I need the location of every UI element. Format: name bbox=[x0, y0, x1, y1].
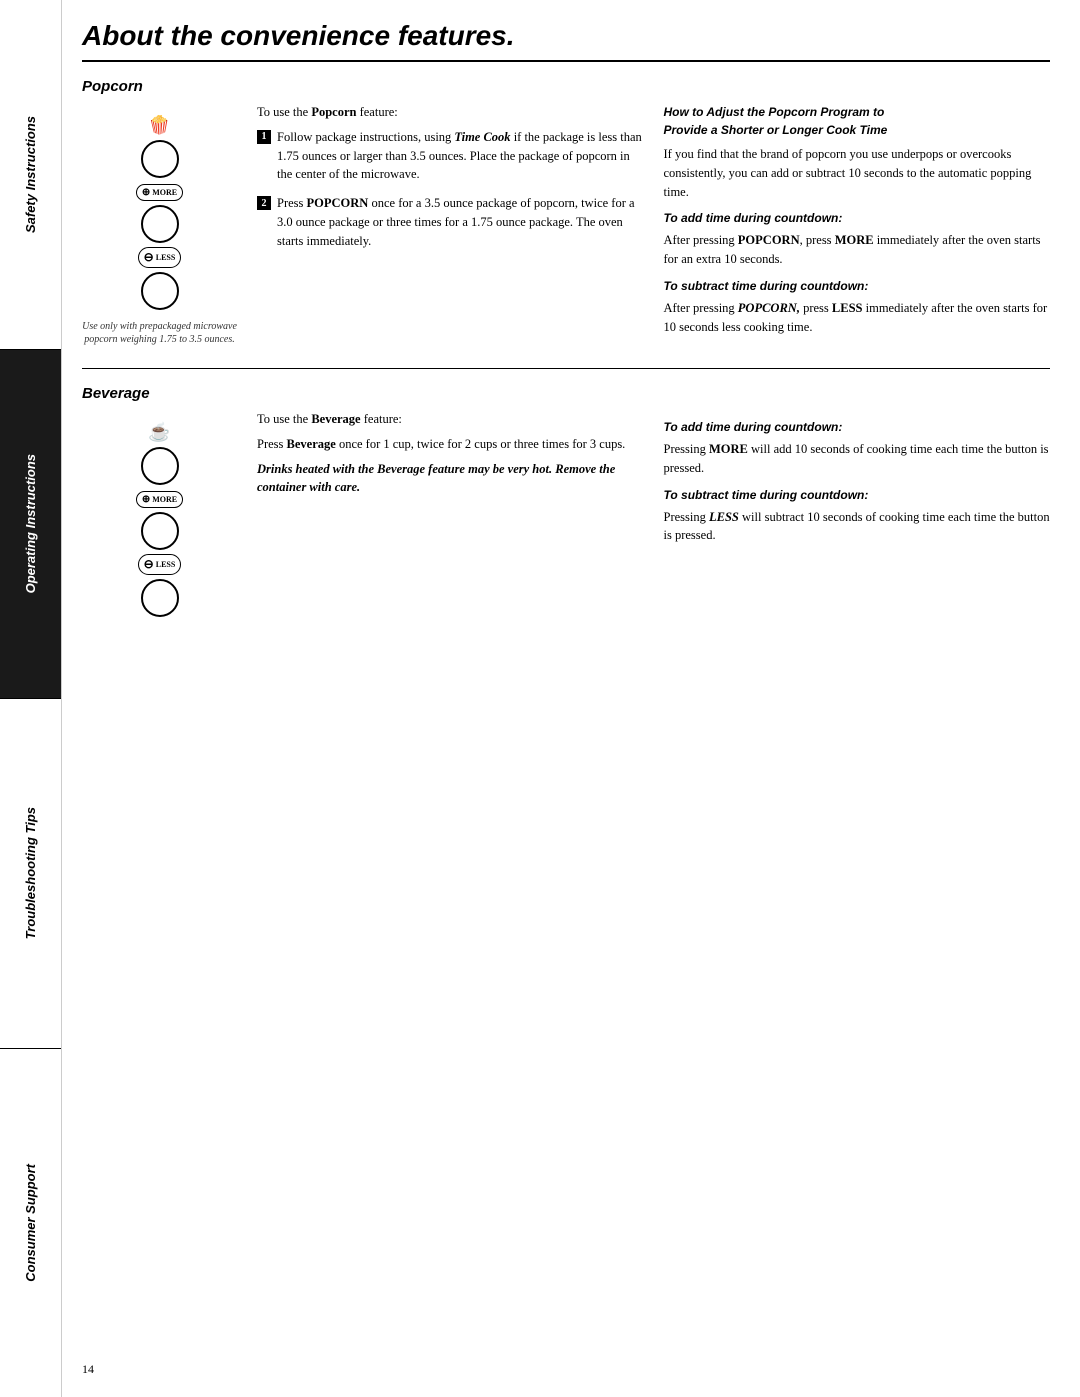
step1-text: Follow package instructions, using Time … bbox=[277, 128, 644, 184]
beverage-more-button: ⊕ MORE bbox=[136, 491, 183, 508]
step1-num: 1 bbox=[257, 130, 271, 144]
popcorn-illustration: 🍿 ⊕ MORE ⊖ LESS Use only with prepackage… bbox=[82, 103, 237, 352]
step2-text: Press POPCORN once for a 3.5 ounce packa… bbox=[277, 194, 644, 250]
sidebar: Safety Instructions Operating Instructio… bbox=[0, 0, 62, 1397]
popcorn-step2: 2 Press POPCORN once for a 3.5 ounce pac… bbox=[257, 194, 644, 250]
beverage-less-circle bbox=[141, 579, 179, 617]
sidebar-section-safety: Safety Instructions bbox=[0, 0, 61, 350]
sidebar-label-consumer: Consumer Support bbox=[23, 1164, 38, 1282]
popcorn-section: Popcorn 🍿 ⊕ MORE ⊖ LESS Use only wit bbox=[82, 78, 1050, 352]
popcorn-circle-btn bbox=[141, 140, 179, 178]
title-rule bbox=[82, 60, 1050, 62]
beverage-right-col: To add time during countdown: Pressing M… bbox=[664, 410, 1051, 619]
beverage-button-icon: ☕ bbox=[141, 422, 179, 487]
beverage-subtract-heading: To subtract time during countdown: bbox=[664, 486, 1051, 504]
more-button: ⊕ MORE bbox=[136, 184, 183, 201]
sidebar-section-troubleshooting: Troubleshooting Tips bbox=[0, 699, 61, 1049]
popcorn-add-time-heading: To add time during countdown: bbox=[664, 209, 1051, 227]
main-content: About the convenience features. Popcorn … bbox=[62, 0, 1080, 1397]
page-number: 14 bbox=[82, 1342, 1050, 1377]
beverage-heading: Beverage bbox=[82, 385, 1050, 402]
popcorn-subtract-text: After pressing POPCORN, press LESS immed… bbox=[664, 299, 1051, 337]
sidebar-label-safety: Safety Instructions bbox=[23, 116, 38, 233]
beverage-circle-btn bbox=[141, 447, 179, 485]
beverage-middle-col: To use the Beverage feature: Press Bever… bbox=[257, 410, 644, 619]
popcorn-intro: To use the Popcorn feature: bbox=[257, 103, 644, 122]
popcorn-heading: Popcorn bbox=[82, 78, 1050, 95]
beverage-add-time-heading: To add time during countdown: bbox=[664, 418, 1051, 436]
beverage-intro: To use the Beverage feature: bbox=[257, 410, 644, 429]
popcorn-illustration-note: Use only with prepackaged microwave popc… bbox=[82, 320, 237, 346]
popcorn-symbol: 🍿 bbox=[148, 115, 170, 136]
beverage-more-circle bbox=[141, 512, 179, 550]
sidebar-section-operating: Operating Instructions bbox=[0, 350, 61, 700]
sidebar-label-troubleshooting: Troubleshooting Tips bbox=[23, 807, 38, 939]
beverage-less-button: ⊖ LESS bbox=[138, 554, 182, 575]
step2-num: 2 bbox=[257, 196, 271, 210]
beverage-illustration: ☕ ⊕ MORE ⊖ LESS bbox=[82, 410, 237, 619]
sidebar-section-consumer: Consumer Support bbox=[0, 1049, 61, 1397]
cup-symbol: ☕ bbox=[148, 422, 170, 443]
page-title: About the convenience features. bbox=[82, 20, 1050, 52]
popcorn-middle-col: To use the Popcorn feature: 1 Follow pac… bbox=[257, 103, 644, 352]
section-divider bbox=[82, 368, 1050, 369]
beverage-usage: Press Beverage once for 1 cup, twice for… bbox=[257, 435, 644, 454]
beverage-warning: Drinks heated with the Beverage feature … bbox=[257, 460, 644, 498]
beverage-add-time-text: Pressing MORE will add 10 seconds of coo… bbox=[664, 440, 1051, 478]
popcorn-adjust-heading: How to Adjust the Popcorn Program to Pro… bbox=[664, 103, 1051, 139]
more-circle-btn bbox=[141, 205, 179, 243]
popcorn-adjust-intro: If you find that the brand of popcorn yo… bbox=[664, 145, 1051, 201]
popcorn-right-col: How to Adjust the Popcorn Program to Pro… bbox=[664, 103, 1051, 352]
beverage-subtract-text: Pressing LESS will subtract 10 seconds o… bbox=[664, 508, 1051, 546]
less-circle-btn bbox=[141, 272, 179, 310]
sidebar-label-operating: Operating Instructions bbox=[23, 454, 38, 593]
popcorn-button-icon: 🍿 bbox=[141, 115, 179, 180]
beverage-section: Beverage ☕ ⊕ MORE ⊖ LESS bbox=[82, 385, 1050, 619]
popcorn-add-time-text: After pressing POPCORN, press MORE immed… bbox=[664, 231, 1051, 269]
popcorn-step1: 1 Follow package instructions, using Tim… bbox=[257, 128, 644, 184]
popcorn-subtract-heading: To subtract time during countdown: bbox=[664, 277, 1051, 295]
less-button: ⊖ LESS bbox=[138, 247, 182, 268]
